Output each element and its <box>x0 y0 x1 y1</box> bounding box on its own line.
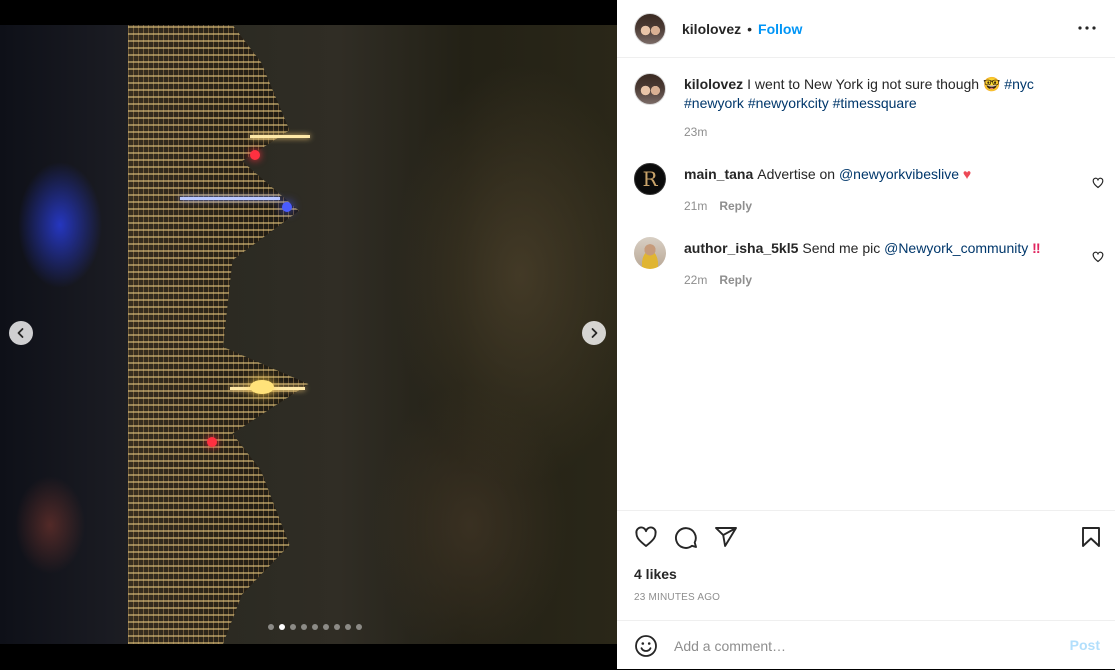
comment-time: 22m <box>684 273 708 287</box>
post-media <box>0 0 617 669</box>
caption-body: I went to New York ig not sure though <box>747 76 980 92</box>
comment-like-icon[interactable] <box>1092 251 1104 263</box>
hashtag-link[interactable]: #nyc <box>1004 76 1034 92</box>
hashtag-link[interactable]: #newyorkcity <box>748 95 829 111</box>
comment-time: 21m <box>684 199 708 213</box>
carousel-dot <box>279 624 285 630</box>
skyline-spire <box>250 135 310 138</box>
caption-text: kilolovez I went to New York ig not sure … <box>684 75 1044 112</box>
reply-button[interactable]: Reply <box>719 273 752 287</box>
bookmark-icon[interactable] <box>1079 525 1103 549</box>
header-username[interactable]: kilolovez <box>682 21 741 37</box>
caption-row: kilolovez I went to New York ig not sure … <box>634 73 1104 143</box>
more-options-button[interactable] <box>1075 19 1099 37</box>
caption-meta: 23m <box>684 125 719 139</box>
caption-username[interactable]: kilolovez <box>684 76 743 92</box>
hashtag-link[interactable]: #timessquare <box>833 95 917 111</box>
skyline-spire <box>180 197 280 200</box>
chevron-right-icon <box>591 328 598 338</box>
comment-text: author_isha_5kl5 Send me pic @Newyork_com… <box>684 239 1044 257</box>
separator-dot: • <box>747 20 753 37</box>
post-timestamp: 23 MINUTES AGO <box>634 592 721 603</box>
comment-row: R main_tana Advertise on @newyorkvibesliv… <box>634 163 1104 223</box>
heart-icon[interactable] <box>634 525 658 549</box>
more-icon <box>1078 26 1096 30</box>
comment-icon[interactable] <box>674 525 698 549</box>
carousel-dot <box>356 624 362 630</box>
reply-button[interactable]: Reply <box>719 199 752 213</box>
mention-link[interactable]: @newyorkvibeslive <box>839 166 959 182</box>
carousel-dot <box>290 624 296 630</box>
avatar[interactable] <box>634 237 666 269</box>
emoji-icon[interactable] <box>634 634 658 658</box>
post-comment-button[interactable]: Post <box>1070 637 1100 653</box>
post-panel: kilolovez • Follow kilolovez I went to Ne… <box>617 0 1115 669</box>
comment-like-icon[interactable] <box>1092 177 1104 189</box>
avatar-letter: R <box>642 167 658 191</box>
skyline-light <box>207 437 217 447</box>
carousel-dot <box>268 624 274 630</box>
likes-count[interactable]: 4 likes <box>634 566 677 582</box>
avatar[interactable] <box>634 73 666 105</box>
previous-photo-button[interactable] <box>9 321 33 345</box>
comments-list: kilolovez I went to New York ig not sure … <box>617 58 1115 510</box>
carousel-dot <box>301 624 307 630</box>
comment-meta: 22m Reply <box>684 273 764 287</box>
comment-body: Advertise on <box>757 166 836 182</box>
skyline-light <box>250 150 260 160</box>
caption-time: 23m <box>684 125 708 139</box>
comment-row: author_isha_5kl5 Send me pic @Newyork_com… <box>634 237 1104 297</box>
share-icon[interactable] <box>714 525 738 549</box>
carousel-indicator <box>268 624 362 630</box>
avatar[interactable] <box>634 12 666 45</box>
mention-link[interactable]: @Newyork_community <box>884 240 1028 256</box>
add-comment-bar: Post <box>617 620 1115 670</box>
carousel-dot <box>345 624 351 630</box>
next-photo-button[interactable] <box>582 321 606 345</box>
nerd-emoji: 🤓 <box>982 77 1001 93</box>
post-actions: 4 likes 23 MINUTES AGO <box>617 510 1115 631</box>
carousel-dot <box>312 624 318 630</box>
skyline-light <box>250 380 274 394</box>
carousel-dot <box>334 624 340 630</box>
comment-body: Send me pic <box>802 240 881 256</box>
post-header: kilolovez • Follow <box>617 0 1115 58</box>
hashtag-link[interactable]: #newyork <box>684 95 744 111</box>
comment-username[interactable]: author_isha_5kl5 <box>684 240 798 256</box>
avatar[interactable]: R <box>634 163 666 195</box>
skyline-light <box>282 202 292 212</box>
post-photo[interactable] <box>0 25 617 644</box>
comment-input[interactable] <box>674 635 1034 657</box>
follow-button[interactable]: Follow <box>758 21 802 37</box>
carousel-dot <box>323 624 329 630</box>
heart-emoji: ♥ <box>962 166 972 182</box>
double-exclamation-emoji: ‼ <box>1032 240 1041 256</box>
comment-meta: 21m Reply <box>684 199 764 213</box>
chevron-left-icon <box>17 328 24 338</box>
city-skyline <box>128 25 309 644</box>
comment-username[interactable]: main_tana <box>684 166 753 182</box>
comment-text: main_tana Advertise on @newyorkvibeslive … <box>684 165 1044 183</box>
